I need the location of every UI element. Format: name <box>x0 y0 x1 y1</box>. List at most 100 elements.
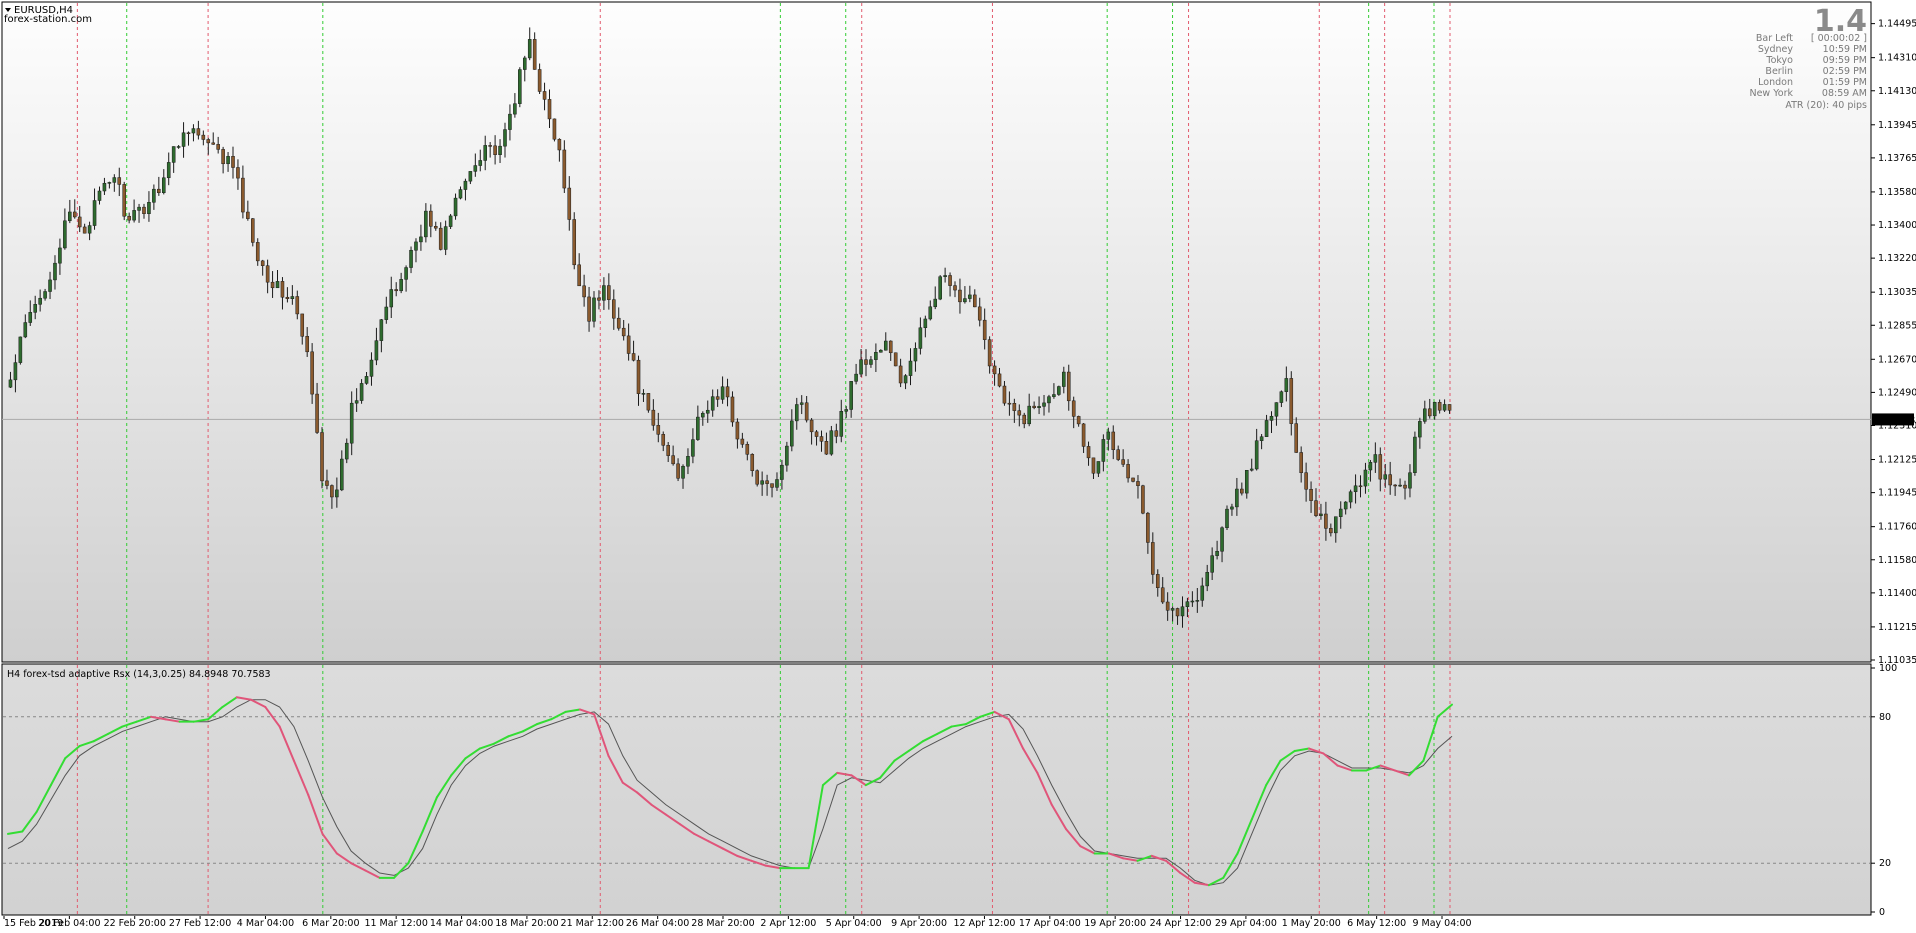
y-tick-label: 1.12490 <box>1878 387 1916 398</box>
y-tick-label: 1.12125 <box>1878 455 1916 466</box>
candle-body <box>933 298 938 308</box>
x-tick-label: 17 Apr 04:00 <box>1019 918 1081 929</box>
candle-body <box>938 276 942 300</box>
candle-body <box>1131 477 1135 482</box>
candle-body <box>1314 500 1318 516</box>
candle-body <box>349 402 354 444</box>
candle-body <box>1324 513 1328 529</box>
candle-body <box>280 281 285 298</box>
candle-body <box>844 409 848 412</box>
x-tick-label: 27 Feb 12:00 <box>169 918 231 929</box>
candle-body <box>1432 402 1437 417</box>
candle-body <box>1057 386 1061 395</box>
candle-body <box>260 260 265 266</box>
candle-body <box>710 396 715 411</box>
candle-body <box>676 463 680 479</box>
candle-body <box>1244 470 1249 494</box>
candle-body <box>448 215 453 227</box>
price-panel[interactable]: 1.14495 1.14310 1.14130 1.13945 1.13765 1.135… <box>1 1 1916 666</box>
candle-body <box>725 386 730 398</box>
candle-body <box>414 241 418 251</box>
indicator-panel[interactable]: 100 80 20 0 <box>1 663 1897 918</box>
candle-body <box>750 454 755 471</box>
candle-body <box>33 304 37 313</box>
x-tick-label: 14 Mar 04:00 <box>430 918 493 929</box>
candle-body <box>63 220 67 249</box>
candle-body <box>785 445 789 466</box>
candle-body <box>18 336 23 363</box>
info-row-label: New York <box>1749 88 1793 99</box>
candle-body <box>1403 484 1407 489</box>
current-price-label: 1.12343 <box>1876 415 1915 426</box>
candle-body <box>552 118 557 140</box>
candle-body <box>1383 474 1388 480</box>
candle-body <box>1062 371 1066 387</box>
candle-body <box>1299 452 1303 473</box>
y-tick-label: 1.14310 <box>1878 53 1916 64</box>
candle-body <box>68 211 72 222</box>
candle-body <box>251 218 255 243</box>
candle-body <box>1319 513 1323 516</box>
candle-body <box>859 359 863 375</box>
candle-body <box>869 359 873 365</box>
x-tick-label: 24 Apr 12:00 <box>1150 918 1212 929</box>
candle-body <box>315 393 319 433</box>
y-tick-label: 1.11400 <box>1878 588 1916 599</box>
candle-body <box>503 129 507 147</box>
candle-body <box>429 210 433 227</box>
price-axis: 1.14495 1.14310 1.14130 1.13945 1.13765 1.135… <box>1871 19 1916 666</box>
candle-body <box>127 215 131 221</box>
x-tick-label: 20 Feb 04:00 <box>38 918 100 929</box>
candle-body <box>236 167 240 179</box>
x-tick-label: 4 Mar 04:00 <box>237 918 294 929</box>
candle-body <box>359 383 364 401</box>
candle-body <box>567 187 572 220</box>
candle-body <box>1086 446 1091 459</box>
candle-body <box>1071 400 1076 417</box>
candle-body <box>1358 485 1363 488</box>
candle-body <box>1249 468 1254 471</box>
candle-body <box>1081 423 1086 447</box>
candle-body <box>191 128 196 134</box>
candle-body <box>488 145 492 147</box>
candle-body <box>963 298 967 303</box>
candle-body <box>1106 431 1111 440</box>
indicator-label: H4 forex-tsd adaptive Rsx (14,3,0.25) 84… <box>7 669 271 680</box>
candle-body <box>1348 491 1353 503</box>
candle-body <box>97 190 102 201</box>
candle-body <box>443 226 448 250</box>
y-tick-label: 1.13765 <box>1878 153 1916 164</box>
x-tick-label: 28 Mar 20:00 <box>691 918 754 929</box>
candle-body <box>1343 501 1348 510</box>
candle-body <box>419 236 423 243</box>
candle-body <box>157 188 161 193</box>
candle-body <box>977 306 982 321</box>
candle-body <box>1388 474 1392 486</box>
candle-body <box>1235 488 1239 508</box>
candle-body <box>701 412 705 418</box>
y-tick-label: 1.11760 <box>1878 522 1916 533</box>
candle-body <box>898 365 903 384</box>
candle-body <box>849 381 853 410</box>
candle-body <box>226 156 230 165</box>
candle-body <box>765 480 769 484</box>
time-axis: 15 Feb 201920 Feb 04:00 22 Feb 20:00 27 Fe… <box>3 916 1472 929</box>
candle-body <box>745 444 750 455</box>
candle-body <box>246 211 250 219</box>
candle-body <box>839 411 844 437</box>
candle-body <box>1111 431 1116 450</box>
y-tick-label: 1.11945 <box>1878 488 1916 499</box>
candle-body <box>1037 406 1041 408</box>
candle-body <box>1289 378 1294 424</box>
candle-body <box>433 226 438 229</box>
x-tick-label: 6 Mar 20:00 <box>302 918 359 929</box>
candle-body <box>72 211 77 218</box>
atr-label: ATR (20): 40 pips <box>1785 100 1867 111</box>
candle-body <box>1190 600 1195 603</box>
x-tick-label: 12 Apr 12:00 <box>953 918 1015 929</box>
candle-body <box>1205 572 1209 587</box>
info-row-label: Tokyo <box>1765 55 1793 66</box>
candle-body <box>948 275 952 286</box>
candle-body <box>1007 402 1012 405</box>
candle-body <box>612 299 616 319</box>
